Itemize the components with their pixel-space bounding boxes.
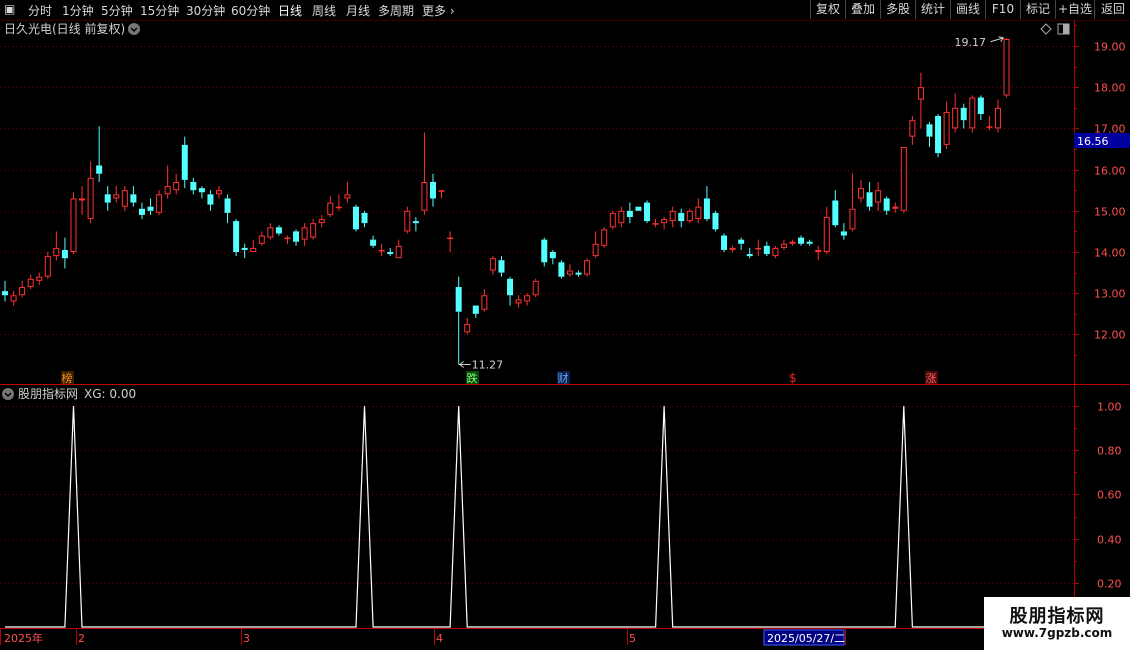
xg-indicator-line — [5, 405, 1074, 628]
indicator-tick-label: 0.40 — [1097, 534, 1122, 547]
cursor-date-label: 2025/05/27/二 — [767, 632, 845, 645]
indicator-tick-label: 0.60 — [1097, 489, 1122, 502]
indicator-tick-label: 0.80 — [1097, 445, 1122, 458]
time-label-mar: 3 — [243, 632, 250, 645]
indicator-axis: 1.00 0.80 0.60 0.40 0.20 — [1074, 401, 1122, 606]
indicator-menu-icon[interactable] — [2, 388, 14, 400]
watermark-url: www.7gpzb.com — [1001, 626, 1113, 640]
indicator-tick-label: 1.00 — [1097, 401, 1122, 414]
indicator-chart[interactable]: 1.00 0.80 0.60 0.40 0.20 股朋指标网 XG: 0.00 2025… — [0, 0, 1130, 650]
watermark: 股朋指标网 www.7gpzb.com — [984, 597, 1130, 650]
time-axis — [0, 629, 846, 645]
indicator-title: 股朋指标网 — [18, 386, 78, 401]
indicator-grid — [0, 406, 1074, 584]
indicator-tick-label: 0.20 — [1097, 578, 1122, 591]
indicator-value: XG: 0.00 — [84, 387, 136, 401]
time-label-may: 5 — [629, 632, 636, 645]
time-label-apr: 4 — [436, 632, 443, 645]
time-label-year: 2025年 — [4, 631, 43, 645]
time-label-feb: 2 — [78, 632, 85, 645]
watermark-title: 股朋指标网 — [1009, 606, 1105, 627]
